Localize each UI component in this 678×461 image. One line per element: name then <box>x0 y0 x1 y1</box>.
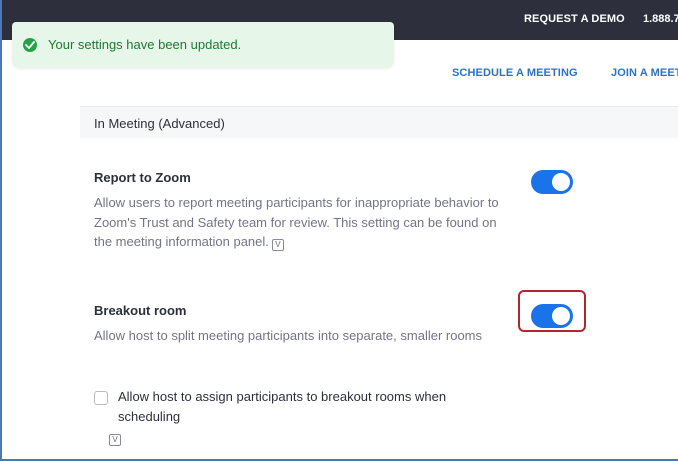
settings-page: REQUEST A DEMO 1.888.7 Your settings hav… <box>0 0 678 461</box>
breakout-room-toggle[interactable] <box>531 304 573 328</box>
check-circle-icon <box>23 38 37 52</box>
request-demo-link[interactable]: REQUEST A DEMO <box>524 13 625 25</box>
toggle-knob <box>552 173 570 191</box>
toast-message: Your settings have been updated. <box>48 37 242 52</box>
success-toast: Your settings have been updated. <box>12 22 394 68</box>
setting-title-breakout-room: Breakout room <box>94 303 187 318</box>
setting-desc-text: Allow users to report meeting participan… <box>94 195 499 249</box>
setting-desc-breakout-room: Allow host to split meeting participants… <box>94 328 483 343</box>
setting-desc-report-to-zoom: Allow users to report meeting participan… <box>94 193 504 252</box>
report-to-zoom-toggle[interactable] <box>531 170 573 194</box>
assign-breakout-label[interactable]: Allow host to assign participants to bre… <box>118 387 498 426</box>
verified-icon[interactable]: V <box>271 239 284 251</box>
assign-breakout-checkbox[interactable] <box>94 391 108 405</box>
toggle-knob <box>552 307 570 325</box>
setting-title-report-to-zoom: Report to Zoom <box>94 170 191 185</box>
section-title: In Meeting (Advanced) <box>94 116 225 131</box>
phone-number[interactable]: 1.888.7 <box>643 13 678 25</box>
schedule-meeting-link[interactable]: SCHEDULE A MEETING <box>452 67 578 79</box>
section-header: In Meeting (Advanced) <box>80 106 678 138</box>
join-meeting-link[interactable]: JOIN A MEET <box>611 67 678 79</box>
verified-icon[interactable]: V <box>109 434 121 446</box>
